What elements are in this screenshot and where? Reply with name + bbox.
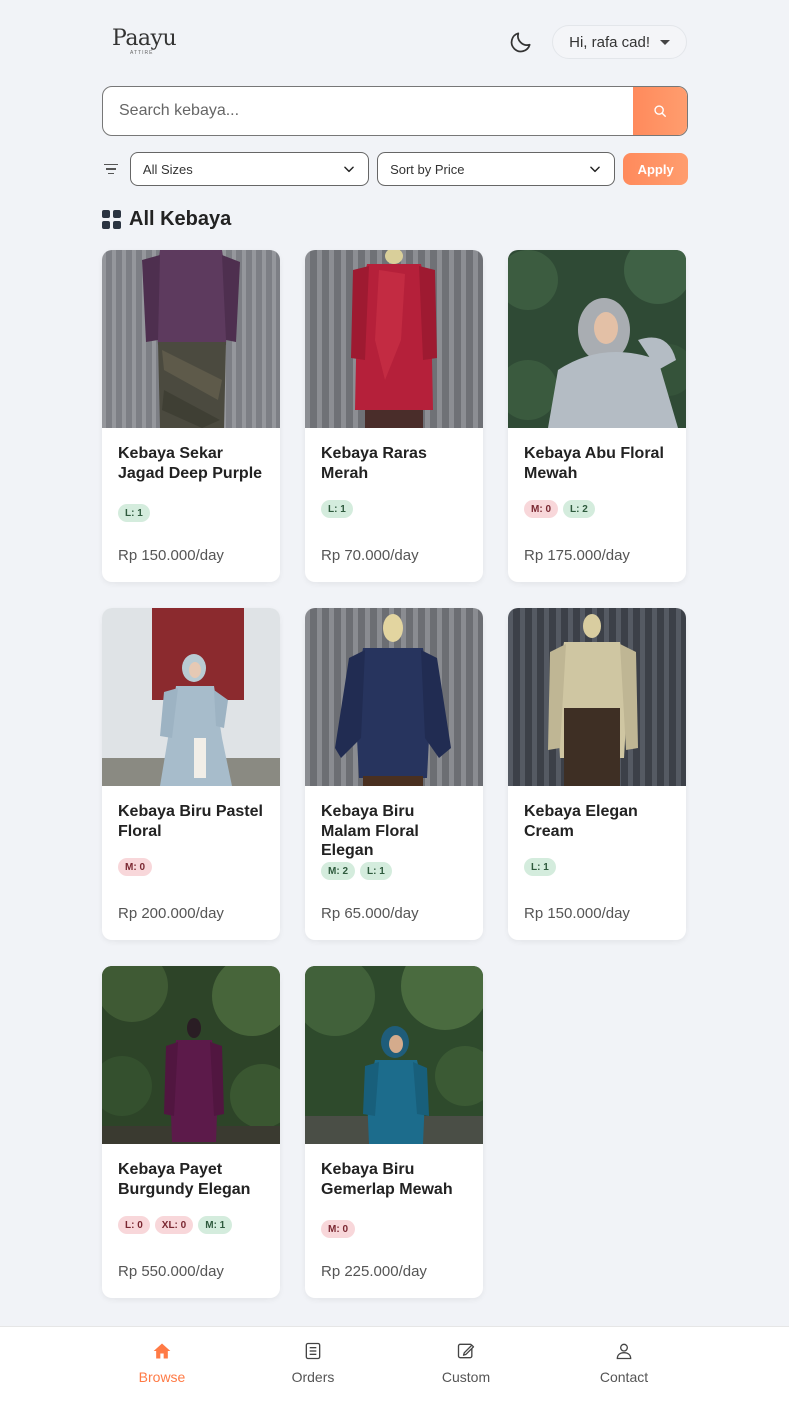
product-card[interactable]: Kebaya Payet Burgundy Elegan L: 0 XL: 0 …	[102, 966, 280, 1298]
brand-logo[interactable]: Paayu ATTIRE	[102, 26, 177, 57]
size-badge: L: 1	[118, 504, 150, 522]
product-photo	[305, 608, 483, 786]
product-name: Kebaya Abu Floral Mewah	[524, 445, 664, 482]
product-card[interactable]: Kebaya Biru Malam Floral Elegan M: 2 L: …	[305, 608, 483, 940]
size-badges: M: 0	[118, 858, 264, 876]
size-select-value: All Sizes	[142, 161, 193, 177]
search-input[interactable]	[103, 87, 633, 135]
size-badge: M: 0	[321, 1220, 355, 1238]
product-price: Rp 70.000/day	[321, 547, 419, 564]
top-bar: Paayu ATTIRE Hi, rafa cad!	[102, 22, 687, 62]
filter-icon	[102, 163, 122, 175]
size-badges: M: 2 L: 1	[321, 862, 467, 880]
product-name: Kebaya Biru Malam Floral Elegan	[321, 803, 419, 859]
product-price: Rp 225.000/day	[321, 1263, 427, 1280]
chevron-down-icon	[344, 166, 354, 173]
section-heading: All Kebaya	[102, 208, 231, 231]
product-card[interactable]: Kebaya Sekar Jagad Deep Purple L: 1 Rp 1…	[102, 250, 280, 582]
size-badges: L: 1	[118, 504, 264, 522]
product-card[interactable]: Kebaya Elegan Cream L: 1 Rp 150.000/day	[508, 608, 686, 940]
size-badge: L: 1	[321, 500, 353, 518]
size-badges: M: 0 L: 2	[524, 500, 670, 518]
size-badge: L: 1	[524, 858, 556, 876]
product-photo	[102, 250, 280, 428]
size-badge: L: 2	[563, 500, 595, 518]
product-name: Kebaya Elegan Cream	[524, 803, 638, 840]
section-title: All Kebaya	[129, 208, 232, 230]
size-badge: L: 1	[360, 862, 392, 880]
product-photo	[305, 966, 483, 1144]
product-card[interactable]: Kebaya Biru Pastel Floral M: 0 Rp 200.00…	[102, 608, 280, 940]
size-badges: L: 0 XL: 0 M: 1	[118, 1216, 264, 1234]
product-name: Kebaya Raras Merah	[321, 445, 427, 482]
product-price: Rp 150.000/day	[118, 547, 224, 564]
size-badges: L: 1	[321, 500, 467, 518]
size-badge: M: 1	[198, 1216, 233, 1234]
size-badge: M: 0	[524, 500, 558, 518]
logo-subtext: ATTIRE	[130, 50, 154, 56]
chevron-down-icon	[590, 166, 601, 173]
product-name: Kebaya Payet Burgundy Elegan	[118, 1161, 251, 1198]
product-photo	[508, 250, 686, 428]
filter-bar: All Sizes Sort by Price Apply	[102, 152, 688, 186]
nav-browse-label: Browse	[138, 1369, 186, 1385]
home-icon	[153, 1343, 171, 1359]
product-photo	[102, 608, 280, 786]
product-photo	[305, 250, 483, 428]
nav-custom-label: Custom	[441, 1369, 491, 1385]
nav-contact-label: Contact	[599, 1369, 649, 1385]
size-select[interactable]: All Sizes	[129, 152, 370, 186]
product-price: Rp 175.000/day	[524, 547, 630, 564]
product-name: Kebaya Sekar Jagad Deep Purple	[118, 445, 263, 482]
product-card[interactable]: Kebaya Raras Merah L: 1 Rp 70.000/day	[305, 250, 483, 582]
user-greeting: Hi, rafa cad!	[569, 33, 650, 51]
apply-button[interactable]: Apply	[623, 153, 688, 185]
product-photo	[102, 966, 280, 1144]
nav-orders-label: Orders	[291, 1369, 335, 1385]
product-name: Kebaya Biru Gemerlap Mewah	[321, 1161, 453, 1198]
moon-icon	[510, 32, 531, 53]
product-name: Kebaya Biru Pastel Floral	[118, 803, 263, 840]
product-card[interactable]: Kebaya Biru Gemerlap Mewah M: 0 Rp 225.0…	[305, 966, 483, 1298]
nav-contact[interactable]: Contact	[584, 1341, 664, 1385]
size-badge: XL: 0	[154, 1216, 194, 1234]
sort-select[interactable]: Sort by Price	[377, 152, 616, 186]
product-grid: Kebaya Sekar Jagad Deep Purple L: 1 Rp 1…	[102, 250, 688, 1298]
nav-custom[interactable]: Custom	[426, 1341, 506, 1385]
orders-icon	[305, 1342, 321, 1360]
search-bar	[102, 86, 688, 136]
logo-text: Paayu	[112, 26, 177, 51]
product-photo	[508, 608, 686, 786]
bottom-nav: Browse Orders Custom Contact	[0, 1326, 789, 1402]
user-menu-button[interactable]: Hi, rafa cad!	[552, 25, 687, 59]
sort-select-value: Sort by Price	[390, 161, 465, 177]
header-actions: Hi, rafa cad!	[506, 25, 687, 59]
size-badges: M: 0	[321, 1220, 467, 1238]
size-badge: M: 0	[118, 858, 152, 876]
product-price: Rp 65.000/day	[321, 905, 419, 922]
nav-orders[interactable]: Orders	[273, 1341, 353, 1385]
dark-mode-toggle[interactable]	[506, 27, 536, 57]
product-price: Rp 150.000/day	[524, 905, 630, 922]
product-price: Rp 550.000/day	[118, 1263, 224, 1280]
nav-browse[interactable]: Browse	[122, 1341, 202, 1385]
search-button[interactable]	[633, 87, 687, 135]
edit-icon	[457, 1343, 475, 1359]
product-price: Rp 200.000/day	[118, 905, 224, 922]
caret-down-icon	[660, 39, 670, 45]
size-badge: L: 0	[118, 1216, 150, 1234]
size-badges: L: 1	[524, 858, 670, 876]
size-badge: M: 2	[321, 862, 355, 880]
user-icon	[616, 1343, 632, 1360]
search-icon	[654, 105, 666, 117]
grid-icon	[102, 210, 121, 229]
product-card[interactable]: Kebaya Abu Floral Mewah M: 0 L: 2 Rp 175…	[508, 250, 686, 582]
